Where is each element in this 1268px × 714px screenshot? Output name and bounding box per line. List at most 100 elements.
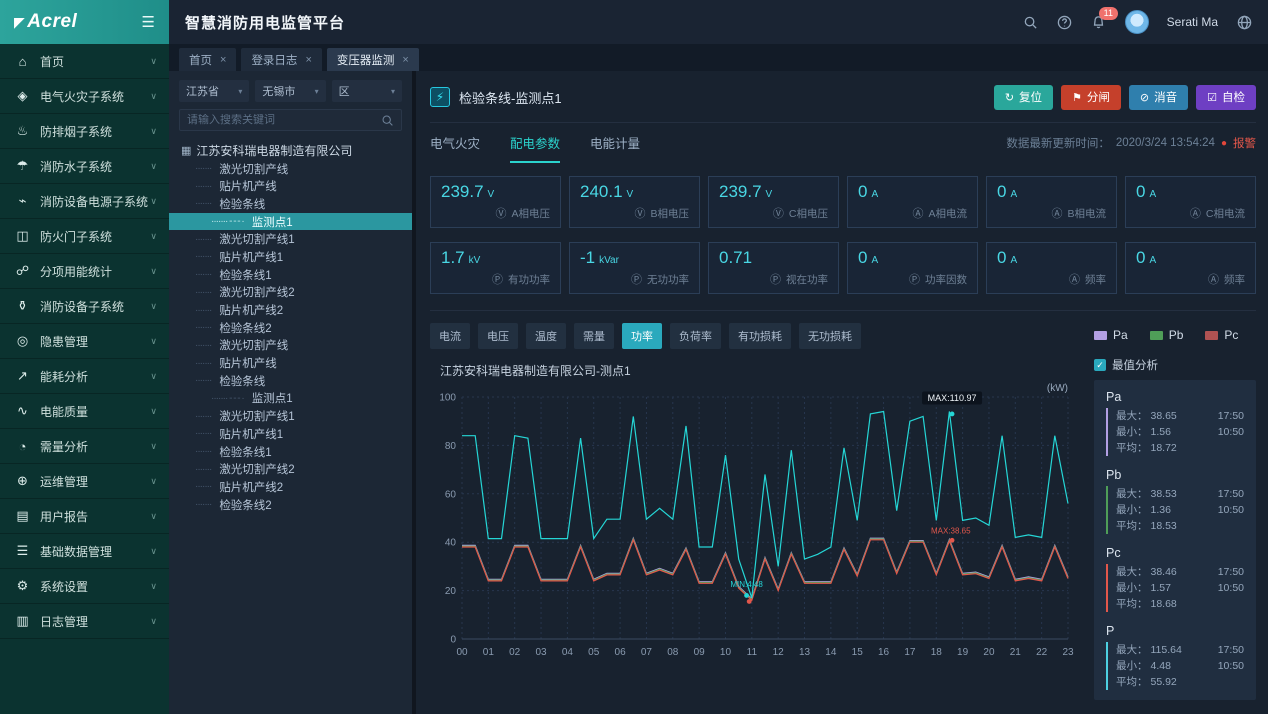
- notifications-bell-icon[interactable]: 11: [1091, 14, 1107, 30]
- document-tab[interactable]: 变压器监测 ×: [327, 48, 419, 71]
- chart-filter-chip[interactable]: 负荷率: [670, 323, 721, 349]
- tree-node[interactable]: 检验条线: [169, 372, 412, 390]
- chart-filter-chip[interactable]: 需量: [574, 323, 614, 349]
- content-tab[interactable]: 电气火灾: [430, 123, 480, 163]
- metric-value: 0A: [1136, 182, 1245, 202]
- sidebar-item[interactable]: ☰ 基础数据管理 ∨: [0, 534, 169, 569]
- metric-card: 239.7V Ⓥ A相电压: [430, 176, 561, 228]
- stat-row-max: 最大：38.5317:50: [1116, 486, 1244, 502]
- content-tab-label: 电气火灾: [430, 133, 480, 152]
- chart-filter-chip[interactable]: 电流: [430, 323, 470, 349]
- sidebar-item[interactable]: ∿ 电能质量 ∨: [0, 394, 169, 429]
- tree-node-label: 贴片机产线2: [219, 302, 283, 318]
- sidebar-item[interactable]: ☂ 消防水子系统 ∨: [0, 149, 169, 184]
- username[interactable]: Serati Ma: [1167, 15, 1218, 29]
- metric-type-icon: Ⓥ: [495, 205, 506, 221]
- tree-node[interactable]: 贴片机产线: [169, 354, 412, 372]
- legend-item[interactable]: Pc: [1205, 328, 1238, 342]
- sidebar-item[interactable]: ◎ 隐患管理 ∨: [0, 324, 169, 359]
- svg-text:01: 01: [483, 647, 495, 658]
- device-action-button[interactable]: ⚑ 分闸: [1061, 85, 1121, 110]
- document-tab[interactable]: 首页 ×: [179, 48, 236, 71]
- chart-filter-chip[interactable]: 温度: [526, 323, 566, 349]
- metric-type-icon: Ⓐ: [1069, 271, 1080, 287]
- close-icon[interactable]: ×: [305, 54, 311, 66]
- tree-node[interactable]: 检验条线: [169, 195, 412, 213]
- sidebar-item[interactable]: ◈ 电气火灾子系统 ∨: [0, 79, 169, 114]
- sidebar-item[interactable]: ⌂ 首页 ∨: [0, 44, 169, 79]
- content-tab[interactable]: 电能计量: [590, 123, 640, 163]
- tree-node[interactable]: 贴片机产线1: [169, 248, 412, 266]
- stat-row-avg: 平均：18.53: [1116, 518, 1244, 534]
- metric-unit: kVar: [599, 255, 619, 266]
- tree-node[interactable]: 贴片机产线2: [169, 301, 412, 319]
- tree-node[interactable]: 检验条线1: [169, 443, 412, 461]
- sidebar-item[interactable]: ⊕ 运维管理 ∨: [0, 464, 169, 499]
- sidebar-item[interactable]: ⚱ 消防设备子系统 ∨: [0, 289, 169, 324]
- tree-node[interactable]: ▦ 江苏安科瑞电器制造有限公司: [169, 142, 412, 160]
- extremes-toggle[interactable]: ✓ 最值分析: [1094, 357, 1256, 373]
- update-time-label: 数据最新更新时间：: [1006, 135, 1110, 151]
- sidebar-item[interactable]: ◫ 防火门子系统 ∨: [0, 219, 169, 254]
- stat-row-min: 最小：4.4810:50: [1116, 658, 1244, 674]
- region-select[interactable]: 区 ▾: [332, 80, 402, 102]
- device-action-button[interactable]: ⊘ 消音: [1129, 85, 1188, 110]
- tree-node[interactable]: 检验条线2: [169, 319, 412, 337]
- sidebar-item[interactable]: ↗ 能耗分析 ∨: [0, 359, 169, 394]
- device-action-button[interactable]: ↻ 复位: [994, 85, 1053, 110]
- svg-text:09: 09: [694, 647, 706, 658]
- sidebar-item-label: 电气火灾子系统: [40, 88, 124, 105]
- sidebar-item-label: 电能质量: [40, 403, 88, 420]
- legend-item[interactable]: Pb: [1150, 328, 1184, 342]
- tree-node[interactable]: 激光切割产线1: [169, 230, 412, 248]
- sidebar-item[interactable]: ▤ 用户报告 ∨: [0, 499, 169, 534]
- svg-text:MAX:110.97: MAX:110.97: [928, 393, 977, 403]
- svg-text:16: 16: [878, 647, 890, 658]
- svg-text:17: 17: [904, 647, 916, 658]
- metric-label-row: Ⓐ B相电流: [1051, 205, 1106, 221]
- close-icon[interactable]: ×: [220, 54, 226, 66]
- sidebar-item-icon: ▤: [14, 508, 31, 524]
- region-select[interactable]: 无锡市 ▾: [255, 80, 325, 102]
- content-tab[interactable]: 配电参数: [510, 123, 560, 163]
- metric-label: 频率: [1085, 272, 1106, 287]
- tree-node[interactable]: 监测点1: [169, 213, 412, 231]
- sidebar-item[interactable]: ♨ 防排烟子系统 ∨: [0, 114, 169, 149]
- document-tab[interactable]: 登录日志 ×: [241, 48, 321, 71]
- tree-node[interactable]: 激光切割产线: [169, 337, 412, 355]
- search-icon[interactable]: [381, 114, 394, 127]
- chevron-down-icon: ▾: [391, 87, 395, 96]
- metric-value: 240.1V: [580, 182, 689, 202]
- tree-node[interactable]: 监测点1: [169, 390, 412, 408]
- sidebar-item[interactable]: ⌁ 消防设备电源子系统 ∨: [0, 184, 169, 219]
- metric-label-row: Ⓟ 无功功率: [631, 271, 689, 287]
- device-action-button[interactable]: ☑ 自检: [1196, 85, 1256, 110]
- chart-filter-chip[interactable]: 有功损耗: [729, 323, 791, 349]
- tree-node[interactable]: 激光切割产线: [169, 160, 412, 178]
- checkbox-checked-icon[interactable]: ✓: [1094, 359, 1106, 371]
- tree-node[interactable]: 贴片机产线1: [169, 425, 412, 443]
- tree-node[interactable]: 检验条线1: [169, 266, 412, 284]
- legend-item[interactable]: Pa: [1094, 328, 1128, 342]
- chart-filter-chip[interactable]: 无功损耗: [799, 323, 861, 349]
- sidebar-item[interactable]: ⚙ 系统设置 ∨: [0, 569, 169, 604]
- tree-node[interactable]: 激光切割产线2: [169, 460, 412, 478]
- tree-node[interactable]: 贴片机产线2: [169, 478, 412, 496]
- menu-toggle-icon[interactable]: ☰: [142, 13, 155, 31]
- sidebar-item[interactable]: ◔ 需量分析 ∨: [0, 429, 169, 464]
- avatar[interactable]: [1125, 10, 1149, 34]
- region-select[interactable]: 江苏省 ▾: [179, 80, 249, 102]
- close-icon[interactable]: ×: [402, 54, 408, 66]
- tree-node[interactable]: 激光切割产线1: [169, 407, 412, 425]
- help-icon[interactable]: [1057, 14, 1073, 30]
- tree-node[interactable]: 检验条线2: [169, 496, 412, 514]
- tree-node[interactable]: 贴片机产线: [169, 177, 412, 195]
- search-input[interactable]: [187, 114, 381, 126]
- tree-node[interactable]: 激光切割产线2: [169, 284, 412, 302]
- sidebar-item[interactable]: ▥ 日志管理 ∨: [0, 604, 169, 639]
- sidebar-item[interactable]: ☍ 分项用能统计 ∨: [0, 254, 169, 289]
- chart-filter-chip[interactable]: 功率: [622, 323, 662, 349]
- chart-filter-chip[interactable]: 电压: [478, 323, 518, 349]
- search-icon[interactable]: [1023, 14, 1039, 30]
- language-globe-icon[interactable]: [1236, 14, 1252, 30]
